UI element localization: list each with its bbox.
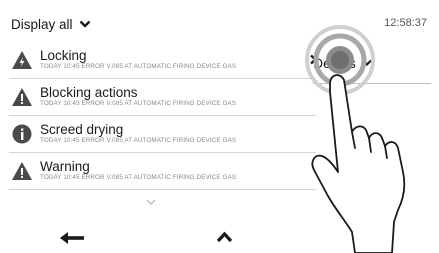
display-filter-label: Display all [11, 16, 73, 32]
message-row-locking[interactable]: Locking TODAY 10:45 ERROR V.085 AT AUTOM… [9, 42, 318, 79]
display-filter-dropdown[interactable]: Display all [11, 15, 91, 33]
details-divider [313, 83, 431, 84]
message-row-screed-drying[interactable]: Screed drying TODAY 10:45 ERROR V.085 AT… [9, 116, 316, 153]
back-arrow-icon[interactable] [60, 231, 86, 245]
message-row-warning[interactable]: Warning TODAY 10:45 ERROR V.085 AT AUTOM… [9, 153, 316, 190]
details-label: Details [313, 55, 356, 71]
details-dropdown[interactable]: Details [313, 55, 372, 71]
message-list: Locking TODAY 10:45 ERROR V.085 AT AUTOM… [9, 42, 318, 190]
message-title: Locking [40, 48, 87, 63]
screen: Display all 12:58:37 Locking TODAY 10:45… [0, 0, 439, 253]
message-detail: TODAY 10:45 ERROR V.085 AT AUTOMATIC FIR… [40, 100, 237, 107]
scroll-more-chevron-icon[interactable] [146, 199, 156, 206]
message-title: Blocking actions [40, 85, 138, 100]
clock: 12:58:37 [384, 17, 427, 29]
message-detail: TODAY 10:45 ERROR V.085 AT AUTOMATIC FIR… [40, 63, 237, 70]
warning-icon [12, 162, 32, 180]
chevron-down-icon [79, 20, 90, 28]
message-detail: TODAY 10:45 ERROR V.085 AT AUTOMATIC FIR… [40, 137, 237, 144]
chevron-up-icon[interactable] [216, 231, 233, 243]
info-icon [12, 124, 32, 144]
message-row-blocking-actions[interactable]: Blocking actions TODAY 10:45 ERROR V.085… [9, 79, 316, 116]
warning-bolt-icon [12, 51, 32, 69]
chevron-down-icon [362, 59, 372, 67]
warning-icon [12, 88, 32, 106]
message-title: Warning [40, 159, 90, 174]
pointing-hand-icon [311, 74, 406, 253]
message-detail: TODAY 10:45 ERROR V.085 AT AUTOMATIC FIR… [40, 174, 237, 181]
top-bar: Display all 12:58:37 [0, 0, 439, 40]
message-title: Screed drying [40, 122, 124, 137]
